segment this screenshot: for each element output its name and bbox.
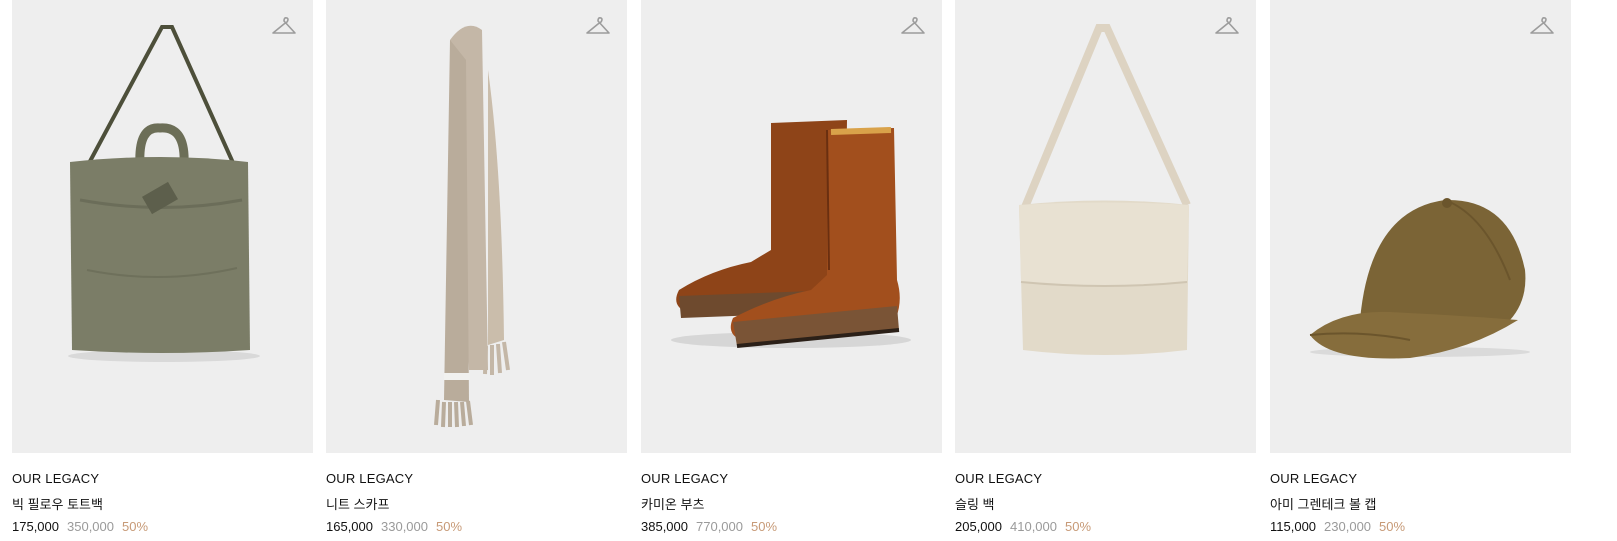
sale-price: 165,000 bbox=[326, 519, 373, 534]
sale-price: 205,000 bbox=[955, 519, 1002, 534]
scarf-image bbox=[434, 25, 510, 428]
sling-bag-image bbox=[1019, 24, 1191, 355]
product-image-ball-cap[interactable] bbox=[1270, 0, 1571, 453]
original-price: 350,000 bbox=[67, 519, 114, 534]
sale-price: 385,000 bbox=[641, 519, 688, 534]
product-brand: OUR LEGACY bbox=[1270, 471, 1358, 486]
product-image-tote-bag[interactable] bbox=[12, 0, 313, 453]
original-price: 410,000 bbox=[1010, 519, 1057, 534]
product-prices: 205,000 410,000 50% bbox=[955, 519, 1091, 534]
product-prices: 175,000 350,000 50% bbox=[12, 519, 148, 534]
product-card[interactable]: OUR LEGACY 아미 그렌테크 볼 캡 115,000 230,000 50% bbox=[1270, 0, 1571, 541]
original-price: 330,000 bbox=[381, 519, 428, 534]
hanger-icon[interactable] bbox=[1529, 15, 1555, 37]
discount-rate: 50% bbox=[1065, 519, 1092, 534]
product-prices: 165,000 330,000 50% bbox=[326, 519, 462, 534]
sale-price: 115,000 bbox=[1270, 519, 1317, 534]
product-card[interactable]: OUR LEGACY 니트 스카프 165,000 330,000 50% bbox=[326, 0, 627, 541]
original-price: 230,000 bbox=[1324, 519, 1372, 534]
product-brand: OUR LEGACY bbox=[955, 471, 1043, 486]
product-brand: OUR LEGACY bbox=[641, 471, 729, 486]
hanger-icon[interactable] bbox=[271, 15, 297, 37]
tote-bag-image bbox=[68, 25, 260, 362]
product-brand: OUR LEGACY bbox=[12, 471, 100, 486]
ball-cap-image bbox=[1309, 198, 1530, 359]
product-name[interactable]: 빅 필로우 토트백 bbox=[12, 494, 103, 513]
product-brand: OUR LEGACY bbox=[326, 471, 414, 486]
product-name[interactable]: 슬링 백 bbox=[955, 494, 995, 513]
product-image-scarf[interactable] bbox=[326, 0, 627, 453]
product-prices: 385,000 770,000 50% bbox=[641, 519, 777, 534]
product-prices: 115,000 230,000 50% bbox=[1270, 519, 1405, 534]
discount-rate: 50% bbox=[1379, 519, 1406, 534]
discount-rate: 50% bbox=[751, 519, 778, 534]
product-grid: OUR LEGACY 빅 필로우 토트백 175,000 350,000 50% O… bbox=[0, 0, 1617, 541]
product-name[interactable]: 아미 그렌테크 볼 캡 bbox=[1270, 494, 1377, 513]
discount-rate: 50% bbox=[436, 519, 463, 534]
product-image-boots[interactable] bbox=[641, 0, 942, 453]
sale-price: 175,000 bbox=[12, 519, 59, 534]
boots-image bbox=[671, 120, 911, 348]
product-name[interactable]: 카미온 부츠 bbox=[641, 494, 704, 513]
product-card[interactable]: OUR LEGACY 카미온 부츠 385,000 770,000 50% bbox=[641, 0, 942, 541]
discount-rate: 50% bbox=[122, 519, 149, 534]
product-card[interactable]: OUR LEGACY 슬링 백 205,000 410,000 50% bbox=[955, 0, 1256, 541]
product-image-sling-bag[interactable] bbox=[955, 0, 1256, 453]
product-name[interactable]: 니트 스카프 bbox=[326, 494, 389, 513]
hanger-icon[interactable] bbox=[585, 15, 611, 37]
product-card[interactable]: OUR LEGACY 빅 필로우 토트백 175,000 350,000 50% bbox=[12, 0, 313, 541]
original-price: 770,000 bbox=[696, 519, 743, 534]
hanger-icon[interactable] bbox=[900, 15, 926, 37]
hanger-icon[interactable] bbox=[1214, 15, 1240, 37]
